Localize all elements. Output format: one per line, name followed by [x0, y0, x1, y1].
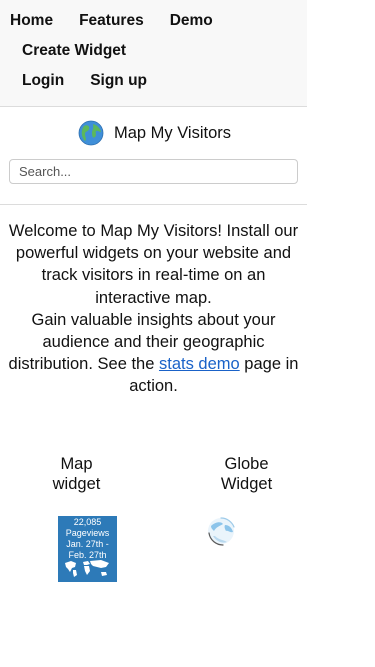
nav-login-link[interactable]: Login: [22, 72, 64, 90]
globe-widget-title: Globe Widget: [220, 454, 273, 493]
site-title: Map My Visitors: [113, 123, 232, 142]
widget-showcase: Map widget 22,085 Pageviews Jan. 27th - …: [0, 454, 307, 582]
nav-home-link[interactable]: Home: [10, 12, 53, 30]
pageview-label: Pageviews: [65, 527, 110, 538]
map-widget-column: Map widget 22,085 Pageviews Jan. 27th - …: [0, 454, 153, 582]
search-input[interactable]: [9, 159, 298, 184]
stats-demo-link[interactable]: stats demo: [159, 355, 240, 373]
nav-features-link[interactable]: Features: [79, 12, 144, 30]
intro-text: Welcome to Map My Visitors! Install our …: [0, 220, 307, 398]
pageview-count: 22,085: [73, 516, 102, 527]
page: Home Features Demo Create Widget Login S…: [0, 0, 307, 667]
intro-paragraph-1: Welcome to Map My Visitors! Install our …: [8, 222, 299, 307]
nav-create-widget-link[interactable]: Create Widget: [22, 42, 126, 60]
top-navigation: Home Features Demo Create Widget Login S…: [0, 0, 307, 107]
map-widget-preview[interactable]: 22,085 Pageviews Jan. 27th - Feb. 27th: [58, 515, 117, 582]
nav-row-auth: Login Sign up: [10, 66, 307, 96]
globe-widget-preview[interactable]: [205, 516, 237, 548]
nav-row-primary: Home Features Demo: [10, 6, 307, 36]
date-range-start: Jan. 27th -: [66, 538, 109, 549]
nav-demo-link[interactable]: Demo: [170, 12, 213, 30]
search-container: [0, 159, 307, 184]
section-divider: [0, 204, 307, 205]
nav-signup-link[interactable]: Sign up: [90, 72, 147, 90]
map-widget-title: Map widget: [52, 454, 101, 493]
globe-widget-column: Globe Widget: [153, 454, 306, 582]
world-map-icon: [65, 559, 109, 577]
globe-icon: [78, 120, 104, 146]
site-brand[interactable]: Map My Visitors: [0, 120, 307, 146]
nav-row-secondary: Create Widget: [10, 36, 307, 66]
